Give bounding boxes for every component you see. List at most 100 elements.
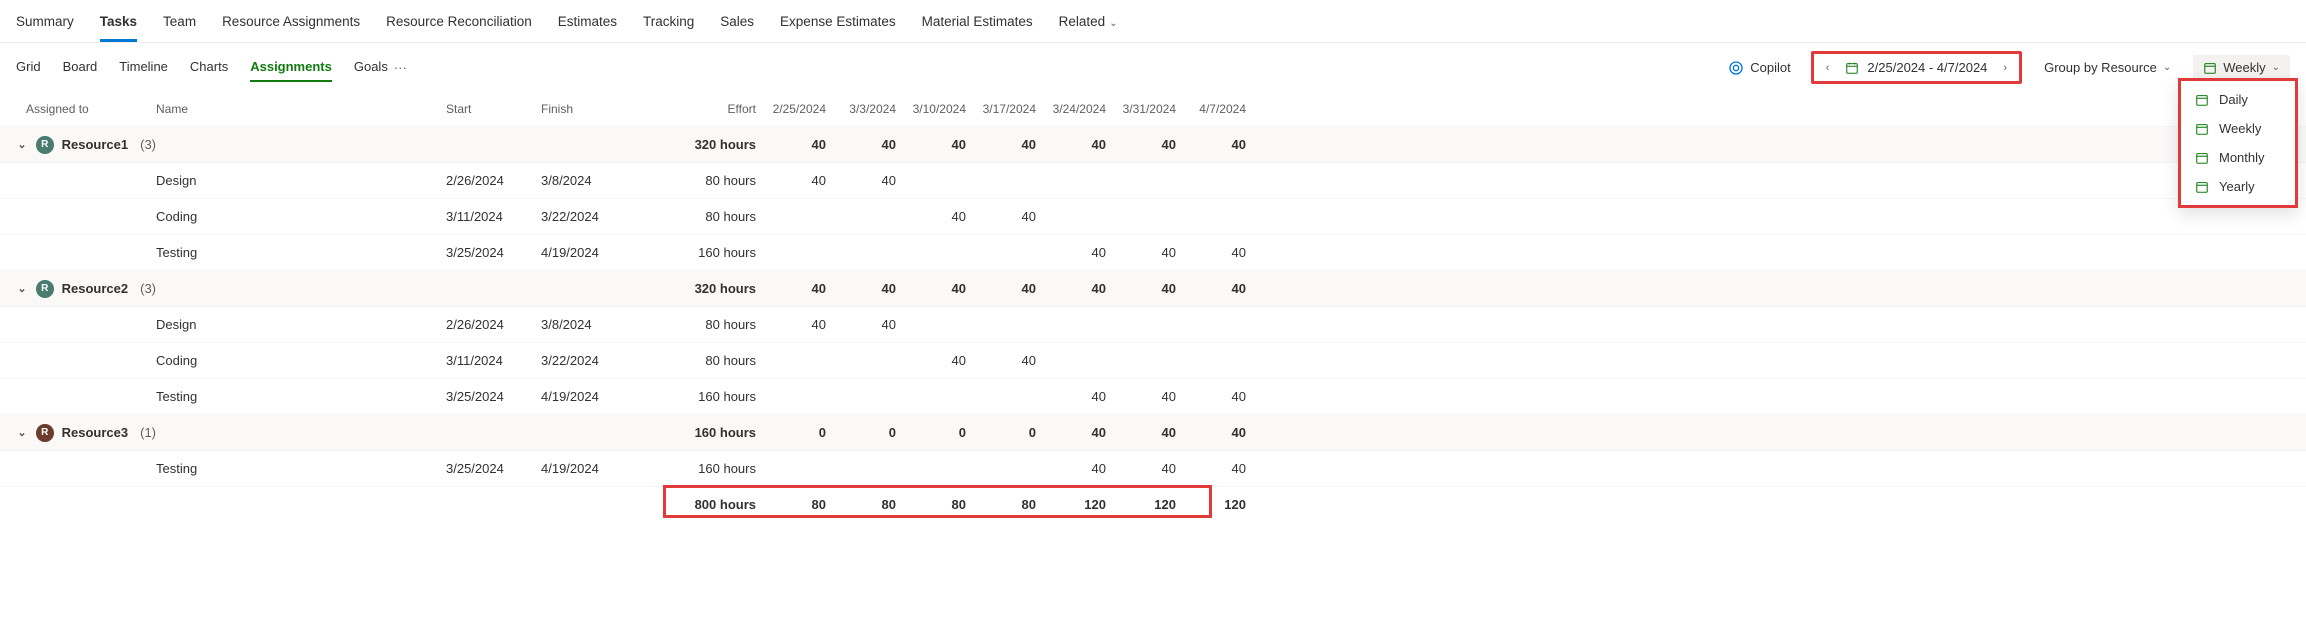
task-row[interactable]: Coding3/11/20243/22/202480 hours4040 — [0, 198, 2306, 234]
sub-tabs: Grid Board Timeline Charts Assignments Goals — [16, 53, 388, 82]
col-header-date[interactable]: 4/7/2024 — [1176, 102, 1246, 116]
date-range-next-button[interactable]: › — [1995, 58, 2015, 78]
task-row[interactable]: Design2/26/20243/8/202480 hours4040 — [0, 162, 2306, 198]
effort-cell: 320 hours — [636, 137, 756, 152]
value-cell: 40 — [826, 317, 896, 332]
value-cell: 40 — [1106, 137, 1176, 152]
finish-cell: 4/19/2024 — [541, 461, 636, 476]
top-tab-resource-assignments[interactable]: Resource Assignments — [222, 8, 360, 42]
top-tab-summary[interactable]: Summary — [16, 8, 74, 42]
value-total: 80 — [966, 497, 1036, 512]
col-header-date[interactable]: 2/25/2024 — [756, 102, 826, 116]
group-by-button[interactable]: Group by Resource ⌄ — [2034, 55, 2181, 80]
effort-cell: 80 hours — [636, 209, 756, 224]
value-cell: 40 — [756, 137, 826, 152]
more-menu-button[interactable]: ··· — [388, 60, 413, 75]
task-row[interactable]: Design2/26/20243/8/202480 hours4040 — [0, 306, 2306, 342]
value-cell: 40 — [966, 281, 1036, 296]
top-tabs: Summary Tasks Team Resource Assignments Reso… — [0, 0, 2306, 43]
top-tab-sales[interactable]: Sales — [720, 8, 754, 42]
resource-group-row[interactable]: ⌄RResource3(1)160 hours0000404040 — [0, 414, 2306, 450]
finish-cell: 3/8/2024 — [541, 317, 636, 332]
task-name: Design — [156, 317, 446, 332]
top-tab-expense-estimates[interactable]: Expense Estimates — [780, 8, 896, 42]
task-row[interactable]: Testing3/25/20244/19/2024160 hours404040 — [0, 378, 2306, 414]
start-cell: 3/25/2024 — [446, 389, 541, 404]
resource-name: Resource2 — [62, 281, 128, 296]
sub-tab-timeline[interactable]: Timeline — [119, 53, 168, 82]
value-cell: 40 — [1036, 281, 1106, 296]
period-option-weekly[interactable]: Weekly — [2181, 114, 2295, 143]
value-cell: 40 — [1036, 461, 1106, 476]
period-option-daily[interactable]: Daily — [2181, 85, 2295, 114]
sub-tab-grid[interactable]: Grid — [16, 53, 41, 82]
sub-tab-goals[interactable]: Goals — [354, 53, 388, 82]
sub-tab-board[interactable]: Board — [63, 53, 98, 82]
col-header-date[interactable]: 3/17/2024 — [966, 102, 1036, 116]
totals-row: 800 hours80808080120120120 — [0, 486, 2306, 522]
col-header-finish[interactable]: Finish — [541, 102, 636, 116]
value-cell: 40 — [966, 353, 1036, 368]
effort-cell: 80 hours — [636, 353, 756, 368]
value-cell: 40 — [1176, 461, 1246, 476]
period-button[interactable]: Weekly ⌄ — [2193, 55, 2290, 80]
expand-toggle[interactable]: ⌄ — [16, 138, 28, 151]
col-header-assigned-to[interactable]: Assigned to — [16, 102, 156, 116]
expand-toggle[interactable]: ⌄ — [16, 426, 28, 439]
value-cell: 40 — [756, 173, 826, 188]
top-tab-related[interactable]: Related⌄ — [1059, 8, 1118, 42]
value-cell: 40 — [1176, 245, 1246, 260]
col-header-date[interactable]: 3/24/2024 — [1036, 102, 1106, 116]
copilot-label: Copilot — [1750, 60, 1790, 75]
task-name: Testing — [156, 389, 446, 404]
calendar-icon — [2195, 93, 2209, 107]
period-option-monthly[interactable]: Monthly — [2181, 143, 2295, 172]
grid-body: ⌄RResource1(3)320 hours40404040404040Des… — [0, 126, 2306, 522]
top-tab-tasks[interactable]: Tasks — [100, 8, 137, 42]
copilot-icon — [1728, 60, 1744, 76]
col-header-name[interactable]: Name — [156, 102, 446, 116]
value-total: 80 — [896, 497, 966, 512]
avatar: R — [36, 136, 54, 154]
effort-cell: 160 hours — [636, 425, 756, 440]
chevron-down-icon: ⌄ — [2272, 62, 2280, 73]
top-tab-tracking[interactable]: Tracking — [643, 8, 694, 42]
task-row[interactable]: Testing3/25/20244/19/2024160 hours404040 — [0, 234, 2306, 270]
col-header-date[interactable]: 3/3/2024 — [826, 102, 896, 116]
effort-total: 800 hours — [636, 497, 756, 512]
sub-toolbar: GridBoardTimelineChartsAssignmentsGoals … — [0, 43, 2306, 92]
date-range-picker-button[interactable]: 2/25/2024 - 4/7/2024 — [1837, 56, 1995, 79]
start-cell: 2/26/2024 — [446, 173, 541, 188]
expand-toggle[interactable]: ⌄ — [16, 282, 28, 295]
effort-cell: 160 hours — [636, 245, 756, 260]
avatar: R — [36, 424, 54, 442]
col-header-date[interactable]: 3/10/2024 — [896, 102, 966, 116]
value-total: 80 — [756, 497, 826, 512]
top-tab-team[interactable]: Team — [163, 8, 196, 42]
period-option-label: Monthly — [2219, 150, 2265, 165]
resource-group-row[interactable]: ⌄RResource2(3)320 hours40404040404040 — [0, 270, 2306, 306]
task-row[interactable]: Coding3/11/20243/22/202480 hours4040 — [0, 342, 2306, 378]
top-tab-resource-reconciliation[interactable]: Resource Reconciliation — [386, 8, 532, 42]
value-cell: 40 — [896, 137, 966, 152]
value-cell: 40 — [1176, 389, 1246, 404]
copilot-button[interactable]: Copilot — [1720, 56, 1798, 80]
col-header-start[interactable]: Start — [446, 102, 541, 116]
top-tab-material-estimates[interactable]: Material Estimates — [922, 8, 1033, 42]
effort-cell: 80 hours — [636, 173, 756, 188]
date-range-prev-button[interactable]: ‹ — [1818, 58, 1838, 78]
top-tab-estimates[interactable]: Estimates — [558, 8, 617, 42]
col-header-date[interactable]: 3/31/2024 — [1106, 102, 1176, 116]
start-cell: 3/11/2024 — [446, 353, 541, 368]
value-total: 120 — [1176, 497, 1246, 512]
chevron-down-icon: ⌄ — [2163, 62, 2171, 73]
start-cell: 3/25/2024 — [446, 245, 541, 260]
value-cell: 40 — [1106, 245, 1176, 260]
col-header-effort[interactable]: Effort — [636, 102, 756, 116]
task-row[interactable]: Testing3/25/20244/19/2024160 hours404040 — [0, 450, 2306, 486]
period-option-yearly[interactable]: Yearly — [2181, 172, 2295, 201]
resource-group-row[interactable]: ⌄RResource1(3)320 hours40404040404040 — [0, 126, 2306, 162]
sub-tab-assignments[interactable]: Assignments — [250, 53, 332, 82]
resource-name: Resource1 — [62, 137, 128, 152]
sub-tab-charts[interactable]: Charts — [190, 53, 228, 82]
